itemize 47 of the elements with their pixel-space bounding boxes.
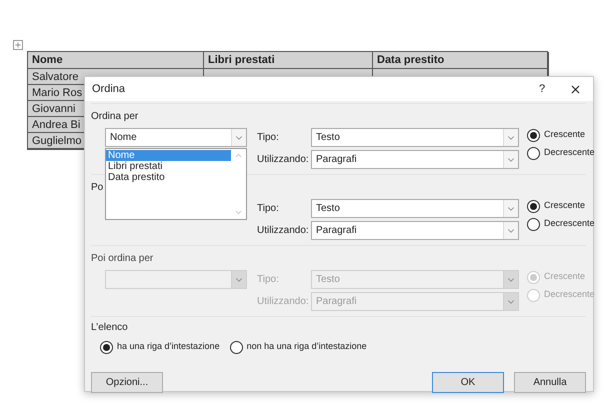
type-combo[interactable]: Testo [311, 199, 519, 218]
type-label: Tipo: [257, 131, 280, 145]
radio-label: Decrescente [544, 288, 595, 302]
radio-label: Decrescente [544, 146, 595, 160]
radio-label: Crescente [544, 128, 586, 142]
type-label: Tipo: [257, 273, 280, 287]
section-heading: Ordina per [91, 110, 140, 124]
dialog-button[interactable]: Opzioni... [91, 372, 163, 393]
radio-label: ha una riga d’intestazione [117, 340, 220, 354]
table-cell: Guglielmo [32, 135, 82, 147]
type-label: Tipo: [257, 202, 280, 216]
sort-field-combo[interactable]: Nome [105, 128, 247, 147]
column-header: Libri prestati [204, 52, 373, 69]
radio-button[interactable] [230, 340, 243, 354]
radio-button[interactable] [527, 146, 540, 160]
radio-button[interactable] [100, 340, 113, 354]
radio-label: non ha una riga d’intestazione [246, 340, 367, 354]
help-button[interactable]: ? [527, 80, 557, 98]
section-heading: Po [91, 181, 104, 195]
dropdown-option[interactable]: Data prestito [106, 172, 231, 183]
table-cell: Giovanni [32, 103, 76, 115]
using-label: Utilizzando: [257, 153, 310, 167]
using-combo[interactable]: Paragrafi [311, 150, 519, 169]
dialog-button[interactable]: Annulla [514, 372, 586, 393]
column-header: Nome [28, 52, 204, 69]
radio-button[interactable] [527, 218, 540, 230]
close-icon [568, 82, 582, 96]
column-header: Data prestito [373, 52, 549, 69]
using-combo[interactable]: Paragrafi [311, 221, 519, 240]
type-combo[interactable]: Testo [311, 128, 519, 147]
radio-button[interactable] [527, 128, 540, 142]
dropdown-option[interactable]: Libri prestati [106, 161, 231, 172]
section-heading: Poi ordina per [91, 252, 154, 266]
table-cell: Mario Ros [32, 87, 82, 99]
dialog-button[interactable]: OK [432, 372, 504, 393]
using-label: Utilizzando: [257, 224, 310, 238]
table-cell: Salvatore [32, 71, 78, 83]
using-label: Utilizzando: [257, 295, 310, 309]
table-move-handle[interactable] [13, 40, 23, 50]
table-cell: Andrea Bi [32, 119, 80, 131]
radio-button[interactable] [527, 200, 540, 212]
sort-field-combo[interactable] [105, 270, 247, 289]
radio-label: Crescente [544, 270, 586, 284]
dialog-title: Ordina [92, 82, 126, 97]
radio-label: Crescente [544, 199, 586, 212]
radio-label: Decrescente [544, 217, 595, 230]
section-heading: L’elenco [91, 321, 129, 335]
